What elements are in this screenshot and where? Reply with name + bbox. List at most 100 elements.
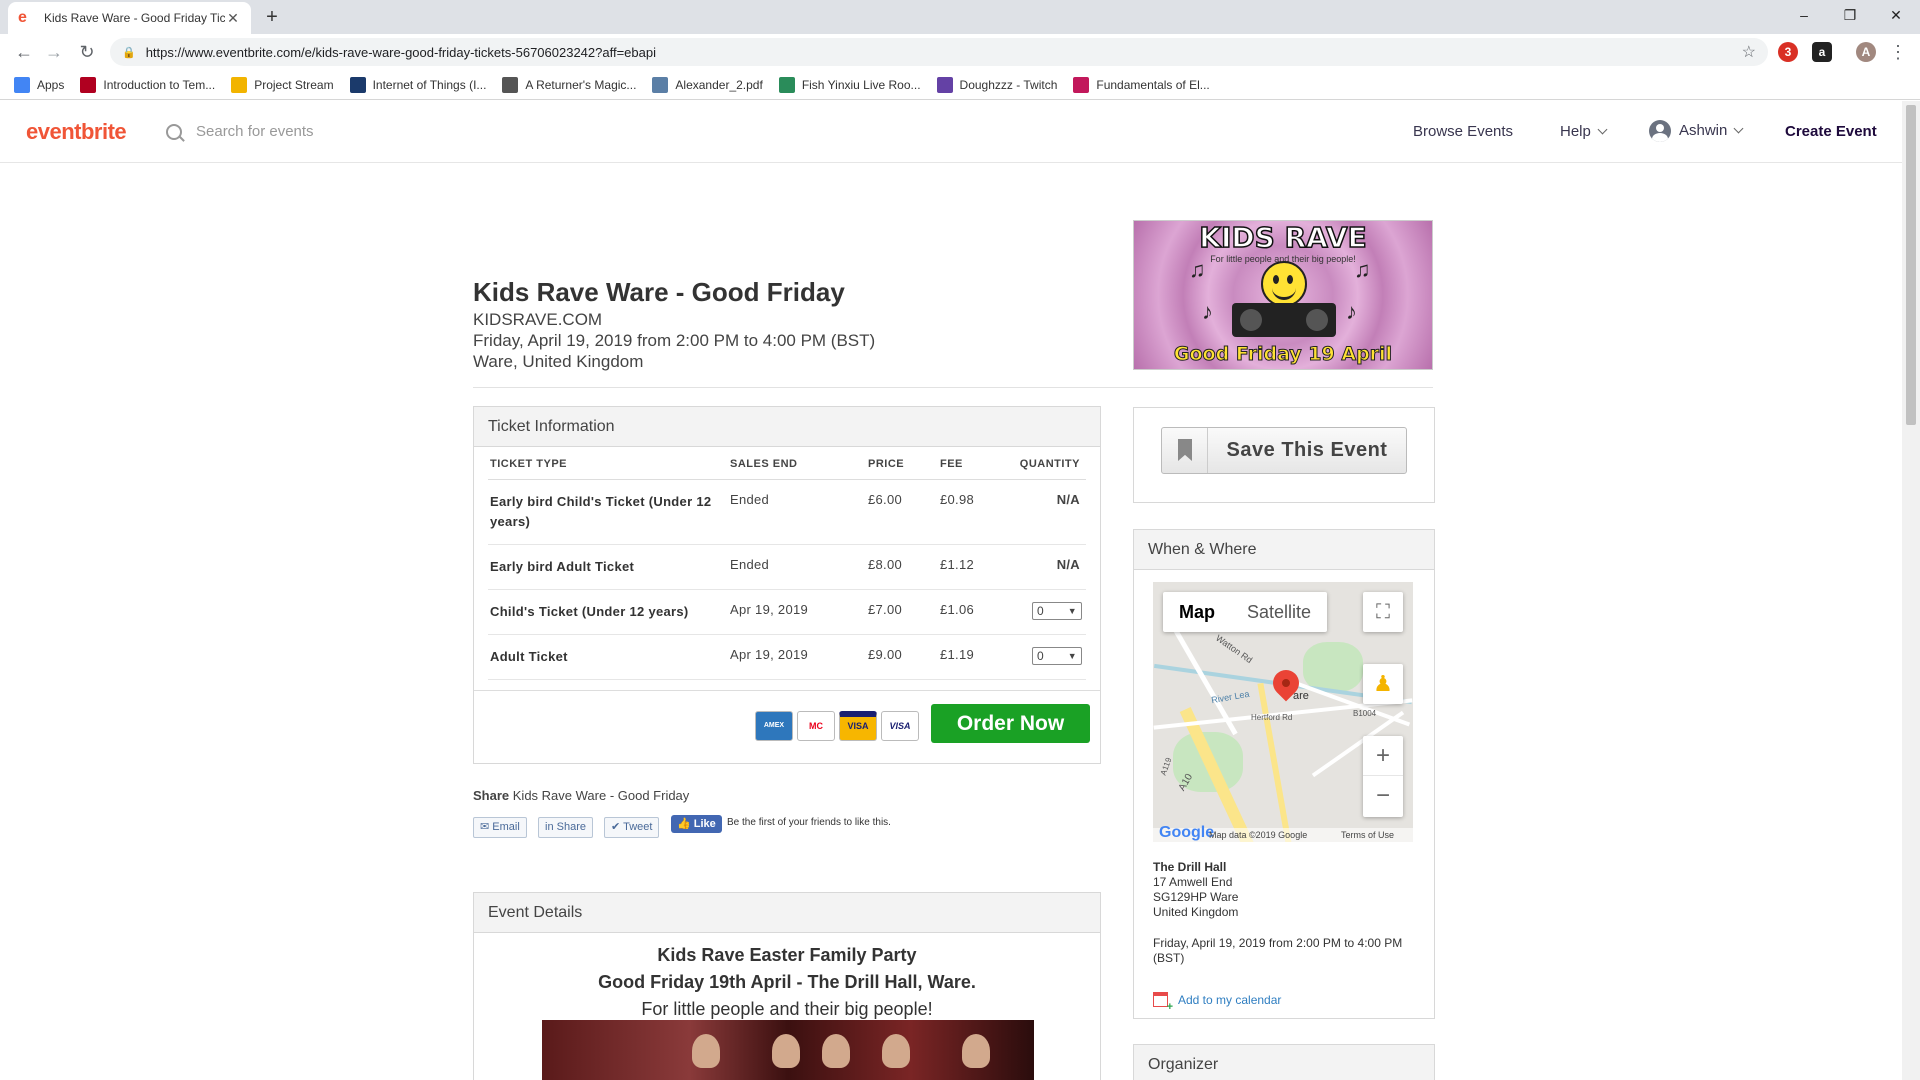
mastercard-icon: MC (797, 711, 835, 741)
bookmark-item[interactable]: Introduction to Tem... (80, 76, 215, 93)
bookmark-label: Internet of Things (I... (372, 77, 487, 92)
reload-icon[interactable]: ↻ (75, 40, 99, 64)
details-subheading: Good Friday 19th April - The Drill Hall,… (598, 972, 976, 992)
when-where-panel: When & Where Map Satellite ⛶ ♟ + − are W… (1133, 529, 1435, 1019)
minimize-button[interactable]: – (1784, 0, 1824, 30)
restore-button[interactable]: ❐ (1830, 0, 1870, 30)
bookmark-favicon-icon (1073, 76, 1090, 93)
profile-avatar[interactable]: A (1856, 42, 1876, 62)
bookmark-item[interactable]: Fish Yinxiu Live Roo... (778, 76, 921, 93)
column-header: TICKET TYPE (488, 449, 728, 480)
apps-bookmark[interactable]: Apps (14, 76, 64, 93)
help-menu[interactable]: Help (1560, 123, 1608, 140)
scrollbar-thumb[interactable] (1906, 105, 1916, 425)
location-map[interactable]: Map Satellite ⛶ ♟ + − are Watton Rd Rive… (1153, 582, 1413, 842)
menu-kebab-icon[interactable]: ⋮ (1886, 40, 1910, 64)
tab-title: Kids Rave Ware - Good Friday Tic (44, 11, 225, 25)
divider (473, 387, 1433, 388)
add-to-calendar-link[interactable]: Add to my calendar (1153, 992, 1282, 1013)
extension-badge-icon[interactable]: 3 (1778, 42, 1798, 62)
column-header: QUANTITY (1006, 449, 1086, 480)
bookmark-favicon-icon (936, 76, 953, 93)
linkedin-icon: in (545, 821, 554, 833)
event-details-body: Kids Rave Easter Family Party Good Frida… (474, 935, 1100, 1020)
bookmark-favicon-icon (652, 76, 669, 93)
bookmark-item[interactable]: Fundamentals of El... (1073, 76, 1210, 93)
bookmark-item[interactable]: Doughzzz - Twitch (936, 76, 1058, 93)
back-icon[interactable]: ← (12, 40, 36, 64)
column-header: SALES END (728, 449, 866, 480)
map-tab[interactable]: Map (1163, 592, 1231, 632)
url-text: https://www.eventbrite.com/e/kids-rave-w… (145, 44, 656, 60)
terms-of-use-link[interactable]: Terms of Use (1341, 830, 1394, 840)
map-river-label: River Lea (1210, 688, 1251, 706)
browser-tab[interactable]: e Kids Rave Ware - Good Friday Tic ✕ (8, 2, 251, 34)
zoom-in-button[interactable]: + (1363, 736, 1403, 776)
share-row: Share Kids Rave Ware - Good Friday (473, 788, 689, 803)
zoom-out-button[interactable]: − (1363, 776, 1403, 816)
bookmark-label: Fundamentals of El... (1096, 77, 1210, 92)
when-where-title: When & Where (1134, 530, 1434, 570)
user-menu[interactable]: Ashwin (1649, 120, 1744, 142)
ticket-fee: £1.19 (938, 634, 1006, 680)
save-event-button[interactable]: Save This Event (1161, 427, 1407, 474)
table-header-row: TICKET TYPE SALES END PRICE FEE QUANTITY (488, 449, 1086, 480)
close-tab-icon[interactable]: ✕ (225, 10, 241, 27)
amazon-extension-icon[interactable]: a (1812, 42, 1832, 62)
address-bar[interactable]: 🔒 https://www.eventbrite.com/e/kids-rave… (110, 38, 1768, 66)
browse-events-link[interactable]: Browse Events (1413, 123, 1513, 140)
forward-icon[interactable]: → (42, 40, 66, 64)
bookmark-item[interactable]: Internet of Things (I... (349, 76, 487, 93)
user-name: Ashwin (1679, 121, 1728, 139)
venue-address2: SG129HP Ware (1153, 890, 1239, 904)
music-note-icon: ♫ (1354, 257, 1371, 282)
smiley-face-icon (1261, 261, 1307, 307)
column-header: FEE (938, 449, 1006, 480)
page-scrollbar[interactable] (1902, 101, 1920, 1080)
event-organizer[interactable]: KIDSRAVE.COM (473, 310, 602, 330)
venue-datetime: Friday, April 19, 2019 from 2:00 PM to 4… (1153, 936, 1403, 965)
ticket-quantity: N/A (1006, 479, 1086, 545)
table-row: Child's Ticket (Under 12 years) Apr 19, … (488, 589, 1086, 635)
bookmark-item[interactable]: Project Stream (231, 76, 334, 93)
venue-country: United Kingdom (1153, 905, 1239, 919)
share-email-button[interactable]: ✉ Email (473, 817, 527, 838)
dropdown-arrow-icon: ▼ (1067, 605, 1077, 616)
add-to-calendar-label: Add to my calendar (1178, 992, 1282, 1007)
twitter-icon: ✔ (611, 821, 621, 833)
share-linkedin-button[interactable]: in Share (538, 817, 593, 838)
bookmark-label: Doughzzz - Twitch (959, 77, 1058, 92)
close-window-button[interactable]: ✕ (1876, 0, 1916, 30)
bookmark-star-icon[interactable]: ☆ (1742, 42, 1756, 62)
share-twitter-button[interactable]: ✔ Tweet (604, 817, 660, 838)
save-event-panel: Save This Event (1133, 407, 1435, 503)
music-note-icon: ♫ (1189, 257, 1206, 282)
bookmark-item[interactable]: Alexander_2.pdf (652, 76, 763, 93)
sales-end: Apr 19, 2019 (728, 634, 866, 680)
like-social-text: Be the first of your friends to like thi… (727, 817, 891, 828)
details-tagline: For little people and their big people! (641, 999, 933, 1019)
map-type-control: Map Satellite (1163, 592, 1328, 632)
street-view-pegman-icon[interactable]: ♟ (1363, 664, 1403, 704)
ticket-type: Early bird Child's Ticket (Under 12 year… (488, 479, 728, 545)
ticket-price: £7.00 (866, 589, 938, 635)
bookmark-item[interactable]: A Returner's Magic... (502, 76, 637, 93)
quantity-select[interactable]: 0 ▼ (1032, 646, 1082, 665)
eventbrite-logo[interactable]: eventbrite (26, 119, 127, 145)
order-now-button[interactable]: Order Now (931, 704, 1090, 743)
bookmark-label: A Returner's Magic... (525, 77, 637, 92)
share-linkedin-label: Share (556, 821, 586, 833)
event-datetime: Friday, April 19, 2019 from 2:00 PM to 4… (473, 331, 876, 350)
fullscreen-icon[interactable]: ⛶ (1363, 592, 1403, 632)
facebook-like-button[interactable]: 👍 Like (671, 815, 722, 833)
search-box[interactable]: Search for events (166, 123, 314, 140)
save-event-label: Save This Event (1226, 439, 1388, 461)
dropdown-arrow-icon: ▼ (1067, 650, 1077, 661)
bookmark-favicon-icon (778, 76, 795, 93)
satellite-tab[interactable]: Satellite (1231, 592, 1327, 632)
new-tab-button[interactable]: + (262, 6, 282, 29)
ticket-fee: £1.12 (938, 544, 1006, 590)
quantity-select[interactable]: 0 ▼ (1032, 601, 1082, 620)
create-event-link[interactable]: Create Event (1785, 123, 1877, 140)
bookmark-favicon-icon (80, 76, 97, 93)
